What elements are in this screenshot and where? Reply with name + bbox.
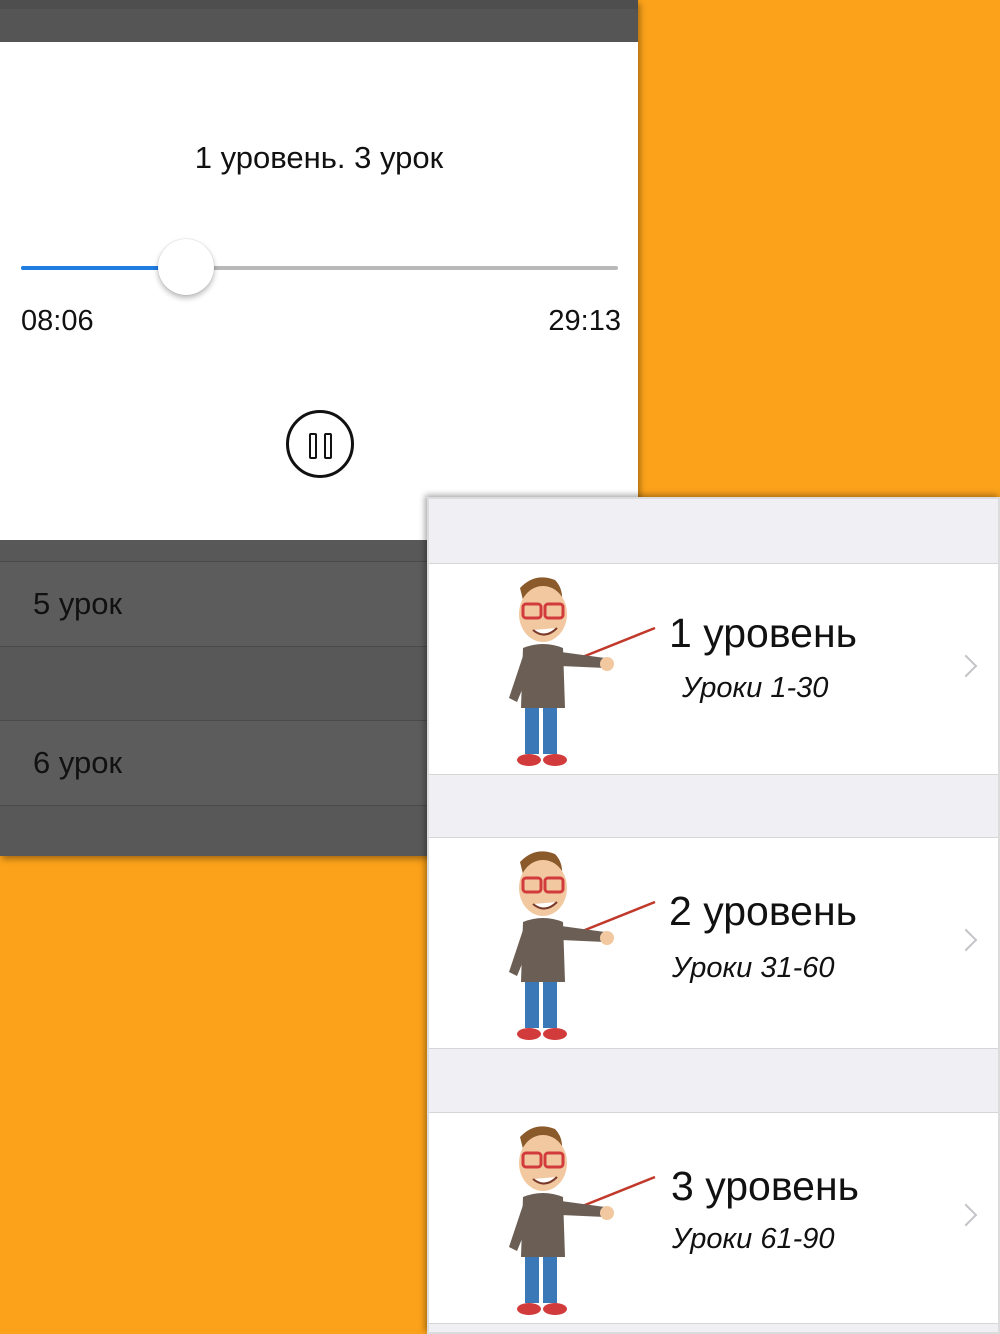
elapsed-time: 08:06 [21,305,94,337]
level-subtitle: Уроки 31-60 [672,952,835,984]
top-bar [0,0,638,42]
teacher-pointer-illustration [509,851,656,1040]
level-subtitle: Уроки 1-30 [682,672,829,704]
pause-icon [309,433,317,459]
level-title: 3 уровень [671,1163,859,1209]
lesson-label: 6 урок [33,745,123,780]
teacher-pointer-illustration [509,1126,656,1315]
level-title: 1 уровень [669,610,857,656]
track-title: 1 уровень. 3 урок [194,140,444,175]
level-subtitle: Уроки 61-90 [672,1223,835,1255]
level-row-1[interactable]: 1 уровень Уроки 1-30 [429,563,998,775]
player-card: 1 уровень. 3 урок 08:06 29:13 [0,42,638,540]
pause-button[interactable] [286,410,354,478]
seek-thumb[interactable] [158,239,215,295]
chevron-right-icon [954,928,978,952]
chevron-right-icon [954,654,978,678]
teacher-pointer-illustration [509,577,656,766]
levels-screen: 1 уровень Уроки 1-30 2 уровень Уроки 31-… [427,497,1000,1334]
lesson-label: 5 урок [33,586,123,621]
level-title: 2 уровень [669,888,857,934]
level-row-3[interactable]: 3 уровень Уроки 61-90 [429,1112,998,1324]
pause-icon-bar [324,433,332,459]
chevron-right-icon [954,1203,978,1227]
level-row-2[interactable]: 2 уровень Уроки 31-60 [429,837,998,1049]
seek-slider[interactable] [21,266,618,270]
total-time: 29:13 [548,305,621,337]
